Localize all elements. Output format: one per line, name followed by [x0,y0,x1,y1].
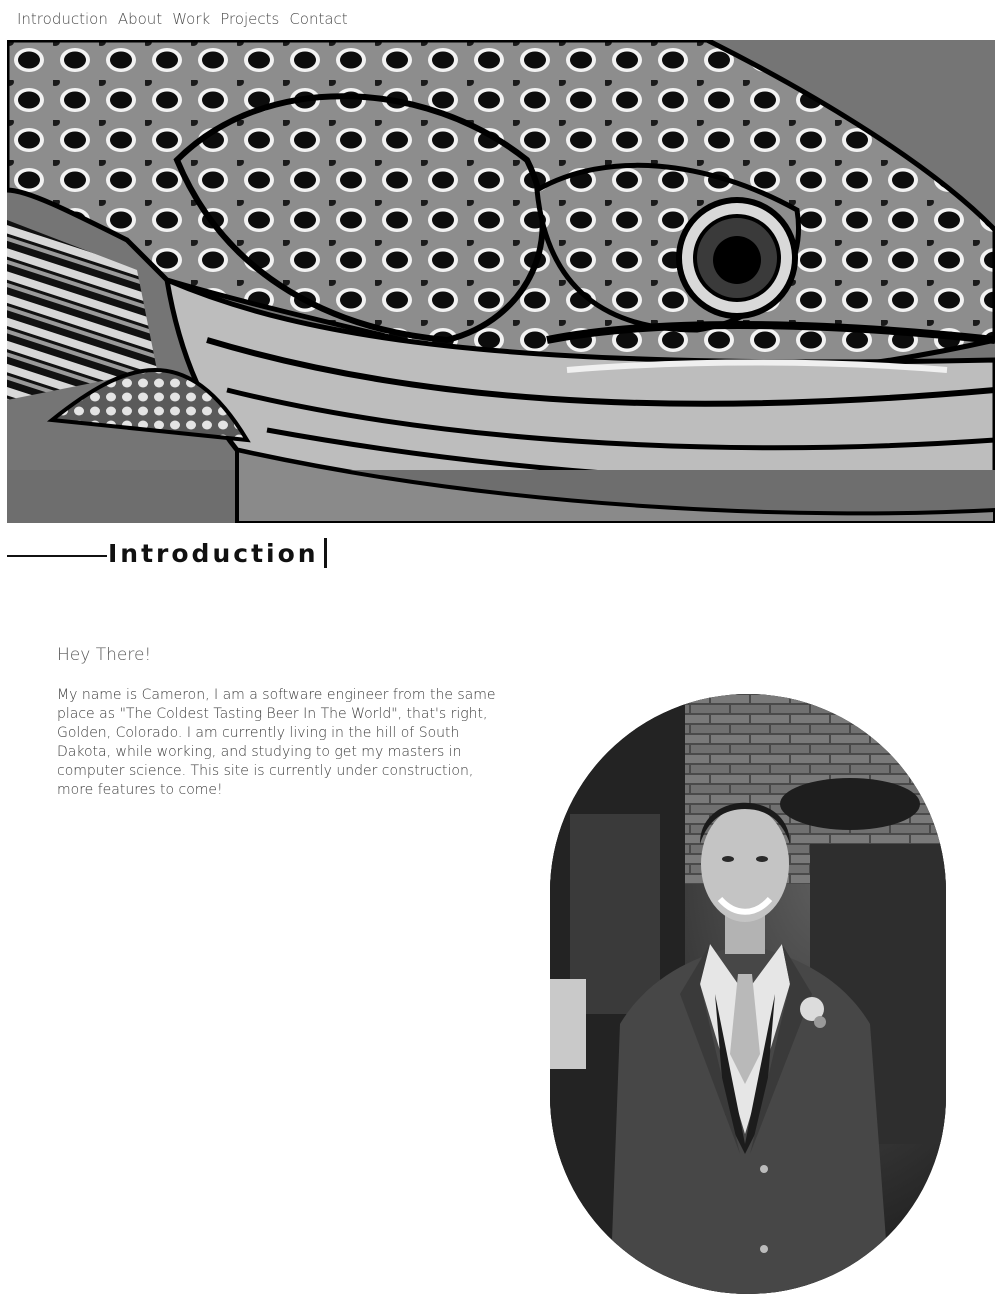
nav-projects[interactable]: Projects [220,9,279,29]
portrait-photo [550,694,946,1294]
hero-trout-image [7,40,995,523]
greeting-heading: Hey There! [57,645,152,665]
nav-about[interactable]: About [118,9,162,29]
section-title: Introduction [108,538,319,568]
nav-introduction[interactable]: Introduction [17,9,108,29]
typing-cursor [323,538,327,568]
nav-work[interactable]: Work [172,9,210,29]
section-heading: Introduction [7,535,327,571]
nav-contact[interactable]: Contact [289,9,347,29]
heading-rule [7,555,107,557]
top-nav: Introduction About Work Projects Contact [17,9,348,29]
bio-paragraph: My name is Cameron, I am a software engi… [57,687,496,798]
